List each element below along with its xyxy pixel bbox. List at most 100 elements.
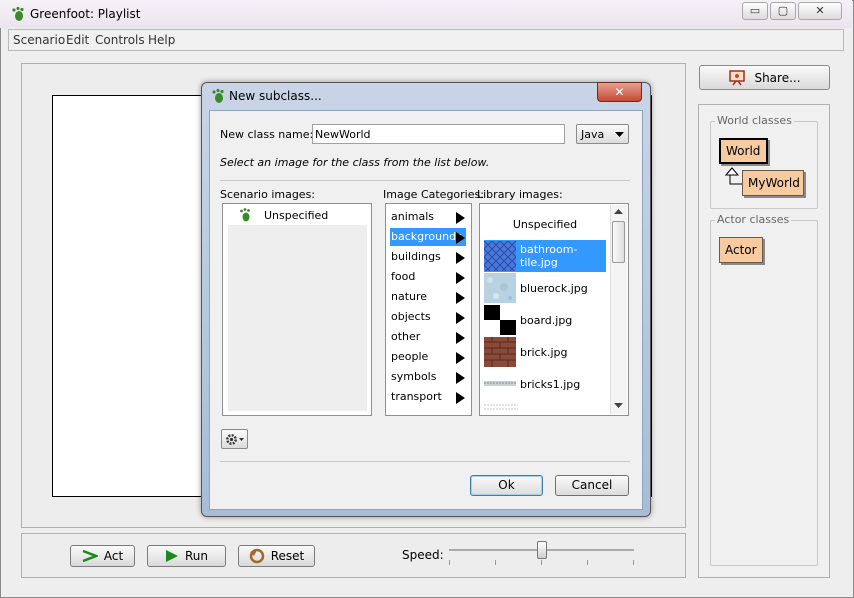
actor-class[interactable]: Actor: [719, 237, 763, 263]
run-button[interactable]: Run: [147, 545, 226, 567]
scrollbar-thumb[interactable]: [612, 221, 625, 263]
class-name-label: New class name:: [220, 128, 314, 141]
bricks1-thumbnail: [484, 369, 516, 399]
arrow-right-icon: [456, 372, 465, 384]
category-label: other: [391, 330, 421, 343]
category-buildings[interactable]: buildings: [390, 248, 466, 266]
share-button[interactable]: Share...: [699, 65, 830, 90]
menu-help[interactable]: Help: [148, 33, 175, 47]
cancel-button[interactable]: Cancel: [555, 475, 629, 496]
category-food[interactable]: food: [390, 268, 466, 286]
category-transport[interactable]: transport: [390, 388, 466, 406]
arrow-right-icon: [456, 252, 465, 264]
greenfoot-logo-icon: [240, 208, 250, 222]
class-name-input[interactable]: NewWorld: [312, 124, 565, 144]
board-thumbnail: [484, 305, 516, 335]
library-image-brick[interactable]: brick.jpg: [484, 336, 606, 368]
library-images-label: Library images:: [477, 188, 563, 201]
greenfoot-logo-icon: [12, 6, 24, 21]
gear-icon: [226, 434, 244, 445]
inheritance-arrow-icon: [724, 167, 742, 185]
arrow-right-icon: [456, 392, 465, 404]
category-symbols[interactable]: symbols: [390, 368, 466, 386]
category-nature[interactable]: nature: [390, 288, 466, 306]
close-button[interactable]: ✕: [798, 2, 842, 20]
arrow-right-icon: [456, 352, 465, 364]
close-icon: ✕: [815, 4, 825, 17]
library-image-board[interactable]: board.jpg: [484, 304, 606, 336]
speed-slider-thumb[interactable]: [536, 541, 547, 559]
menu-scenario[interactable]: Scenario: [13, 33, 65, 47]
arrow-right-icon: [456, 312, 465, 324]
category-label: nature: [391, 290, 428, 303]
maximize-icon: ▢: [777, 4, 789, 17]
slider-tick: [449, 560, 450, 565]
easel-icon: [729, 69, 746, 85]
category-label: symbols: [391, 370, 437, 383]
greenfoot-logo-icon: [212, 88, 224, 103]
ok-label: Ok: [498, 478, 515, 492]
run-label: Run: [184, 549, 208, 563]
ok-button[interactable]: Ok: [470, 475, 543, 496]
library-image-label: bluerock.jpg: [520, 281, 588, 295]
category-label: food: [391, 270, 416, 283]
act-arrow-icon: [82, 550, 98, 562]
scenario-image-unspecified: Unspecified: [264, 209, 329, 222]
category-other[interactable]: other: [390, 328, 466, 346]
world-class[interactable]: World: [719, 138, 768, 164]
speed-label: Speed:: [402, 548, 444, 562]
minimize-icon: ▭: [749, 4, 761, 17]
cancel-label: Cancel: [571, 478, 613, 492]
library-image-unspecified[interactable]: Unspecified: [484, 208, 606, 240]
category-people[interactable]: people: [390, 348, 466, 366]
maximize-button[interactable]: ▢: [770, 2, 796, 20]
world-classes-label: World classes: [715, 114, 794, 127]
minimize-button[interactable]: ▭: [742, 2, 768, 20]
scroll-down-icon[interactable]: [614, 403, 623, 409]
title-bar: Greenfoot: Playlist ▭ ▢ ✕: [0, 0, 852, 28]
library-image-label: board.jpg: [520, 313, 573, 327]
category-label: people: [391, 350, 429, 363]
category-label: backgrounds: [391, 230, 462, 243]
reset-icon: [249, 548, 264, 564]
library-image-bluerock[interactable]: bluerock.jpg: [484, 272, 606, 304]
category-label: objects: [391, 310, 431, 323]
scenario-images-label: Scenario images:: [220, 188, 316, 201]
act-button[interactable]: Act: [70, 545, 135, 567]
reset-label: Reset: [270, 549, 305, 563]
language-select[interactable]: Java: [576, 124, 629, 144]
dialog-title: New subclass...: [229, 89, 322, 103]
divider: [220, 461, 630, 462]
slider-tick: [587, 560, 588, 565]
library-image-label: bathroom-tile.jpg: [520, 243, 578, 269]
category-animals[interactable]: animals: [390, 208, 466, 226]
image-options-button[interactable]: [221, 429, 248, 449]
class-name-value: NewWorld: [315, 128, 371, 141]
list-item[interactable]: Unspecified: [228, 206, 367, 224]
slider-tick: [541, 560, 542, 565]
arrow-right-icon: [456, 332, 465, 344]
arrow-right-icon: [456, 212, 465, 224]
category-label: transport: [391, 390, 442, 403]
library-image-label: Unspecified: [512, 217, 578, 231]
myworld-class-label: MyWorld: [748, 176, 800, 190]
library-image-bathroom-tile[interactable]: bathroom-tile.jpg: [484, 240, 606, 272]
reset-button[interactable]: Reset: [238, 545, 315, 567]
dialog-close-button[interactable]: ✕: [597, 82, 642, 102]
menu-controls[interactable]: Controls: [95, 33, 145, 47]
category-objects[interactable]: objects: [390, 308, 466, 326]
library-image-bricks1[interactable]: bricks1.jpg: [484, 368, 606, 400]
library-image-label: brick.jpg: [520, 345, 568, 359]
brick-thumbnail: [484, 337, 516, 367]
menu-bar: Scenario Edit Controls Help: [8, 29, 844, 51]
myworld-class[interactable]: MyWorld: [742, 170, 804, 196]
arrow-right-icon: [456, 232, 465, 244]
window-title: Greenfoot: Playlist: [30, 7, 141, 21]
chevron-down-icon: [615, 132, 624, 137]
bathroom-tile-thumbnail: [484, 241, 516, 271]
scenario-list-empty-area: [228, 225, 367, 411]
category-backgrounds[interactable]: backgrounds: [390, 228, 466, 246]
slider-tick: [495, 560, 496, 565]
scroll-up-icon[interactable]: [614, 209, 623, 215]
menu-edit[interactable]: Edit: [66, 33, 89, 47]
